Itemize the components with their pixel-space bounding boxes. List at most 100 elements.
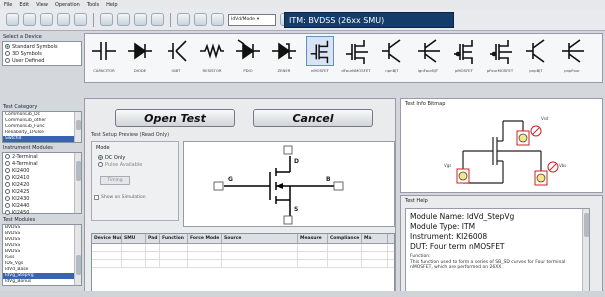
table-row[interactable] [92, 260, 394, 268]
grid-column-header[interactable]: Pad [146, 234, 160, 243]
table-cell[interactable] [328, 260, 362, 267]
test-modules-list[interactable]: BVDSS BVDSS BVDSS BVDSS BVDSS IGss IDS_V… [2, 224, 82, 286]
table-cell[interactable] [298, 244, 328, 251]
table-cell[interactable] [362, 260, 388, 267]
device-pmosfet[interactable]: pMOSFET [449, 36, 479, 82]
scrollbar[interactable] [74, 112, 81, 142]
table-cell[interactable] [92, 252, 122, 259]
grid-column-header[interactable]: Function [160, 234, 188, 243]
device-dfournmosfet[interactable]: dFourNMOSFET [341, 36, 371, 82]
table-cell[interactable] [160, 244, 188, 251]
device-diode[interactable]: DIODE [125, 36, 155, 82]
table-cell[interactable] [188, 260, 222, 267]
radio-instrument[interactable]: 4-Terminal [3, 160, 81, 167]
menu-help[interactable]: Help [106, 2, 117, 8]
help-icon[interactable] [211, 13, 224, 26]
grid-column-header[interactable]: SMU [122, 234, 146, 243]
search-icon[interactable] [194, 13, 207, 26]
new-icon[interactable] [6, 13, 19, 26]
scrollbar[interactable] [74, 153, 81, 213]
device-igbt[interactable]: IGBT [161, 36, 191, 82]
menu-operation[interactable]: Operation [55, 2, 80, 8]
table-cell[interactable] [362, 244, 388, 251]
table-cell[interactable] [160, 260, 188, 267]
table-row[interactable] [92, 252, 394, 260]
device-zener[interactable]: ZENER [269, 36, 299, 82]
menu-file[interactable]: File [4, 2, 12, 8]
refresh-icon[interactable] [57, 13, 70, 26]
test-category-list[interactable]: CommonLib_Dc CommonLib_other CommonLib_F… [2, 111, 82, 143]
device-lgnfourbjt[interactable]: lgnFourBJT [413, 36, 443, 82]
stop-icon[interactable] [151, 13, 164, 26]
menu-tools[interactable]: Tools [87, 2, 99, 8]
timing-button[interactable]: Timing [100, 176, 130, 185]
radio-instrument[interactable]: KI2440 [3, 202, 81, 209]
radio-3d-symbols[interactable]: 3D Symbols [3, 50, 81, 57]
device-nmosfet[interactable]: nMOSFET [305, 36, 335, 82]
radio-instrument[interactable]: KI2450 [3, 209, 81, 216]
grid-column-header[interactable]: Force Mode [188, 234, 222, 243]
grid-column-header[interactable]: Measure [298, 234, 328, 243]
menu-view[interactable]: View [36, 2, 48, 8]
grid-column-header[interactable]: Device Num [92, 234, 122, 243]
table-cell[interactable] [362, 252, 388, 259]
table-cell[interactable] [146, 252, 160, 259]
table-cell[interactable] [160, 252, 188, 259]
pause-icon[interactable] [134, 13, 147, 26]
mode-select[interactable]: IdVd/Mode ▾ [228, 13, 276, 26]
table-cell[interactable] [146, 244, 160, 251]
radio-user-defined[interactable]: User Defined [3, 57, 81, 64]
device-pdio[interactable]: PDIO [233, 36, 263, 82]
run-icon[interactable] [100, 13, 113, 26]
radio-icon [98, 155, 103, 160]
radio-dc-only[interactable]: DC Only [96, 154, 178, 161]
table-row[interactable] [92, 244, 394, 252]
scrollbar[interactable] [582, 209, 589, 291]
table-cell[interactable] [188, 252, 222, 259]
table-cell[interactable] [146, 260, 160, 267]
step-icon[interactable] [117, 13, 130, 26]
radio-instrument[interactable]: KI2410 [3, 174, 81, 181]
device-resistor[interactable]: RESISTOR [197, 36, 227, 82]
list-item[interactable]: Swtchd [3, 136, 81, 142]
list-item[interactable]: IdVg_Bonus [3, 279, 81, 285]
cancel-button[interactable]: Cancel [253, 109, 373, 127]
radio-instrument[interactable]: 2-Terminal [3, 153, 81, 160]
menu-edit[interactable]: Edit [19, 2, 29, 8]
table-cell[interactable] [122, 244, 146, 251]
radio-instrument[interactable]: KI2425 [3, 188, 81, 195]
open-icon[interactable] [23, 13, 36, 26]
radio-standard-symbols[interactable]: Standard Symbols [3, 43, 81, 50]
radio-pulse[interactable]: Pulse Available [96, 161, 178, 168]
grid-column-header[interactable]: Ma [362, 234, 388, 243]
radio-instrument[interactable]: KI2430 [3, 195, 81, 202]
device-npnbjt[interactable]: npnBJT [377, 36, 407, 82]
table-cell[interactable] [328, 252, 362, 259]
table-cell[interactable] [328, 244, 362, 251]
table-cell[interactable] [222, 252, 298, 259]
show-on-simulation-checkbox[interactable]: Show on Simulation [94, 195, 178, 200]
scrollbar[interactable] [74, 225, 81, 285]
device-capacitor[interactable]: CAPACITOR [89, 36, 119, 82]
table-cell[interactable] [298, 252, 328, 259]
grid-column-header[interactable]: Source [222, 234, 298, 243]
radio-instrument[interactable]: KI2400 [3, 167, 81, 174]
table-cell[interactable] [122, 252, 146, 259]
table-cell[interactable] [222, 244, 298, 251]
radio-instrument[interactable]: KI2420 [3, 181, 81, 188]
grid-column-header[interactable]: Compliance [328, 234, 362, 243]
open-test-button[interactable]: Open Test [115, 109, 235, 127]
back-icon[interactable] [74, 13, 87, 26]
table-cell[interactable] [298, 260, 328, 267]
device-pfourmosfet[interactable]: pFourMOSFET [485, 36, 515, 82]
table-cell[interactable] [92, 244, 122, 251]
device-pnpbjt[interactable]: pnpBJT [521, 36, 551, 82]
close-icon[interactable] [177, 13, 190, 26]
table-cell[interactable] [122, 260, 146, 267]
table-cell[interactable] [188, 244, 222, 251]
table-cell[interactable] [222, 260, 298, 267]
save-icon[interactable] [40, 13, 53, 26]
device-pnpfour[interactable]: pnpFour [557, 36, 587, 82]
device-gallery: CAPACITOR DIODE IGBT RESISTOR PDIO ZENER nMOSF… [84, 33, 603, 83]
table-cell[interactable] [92, 260, 122, 267]
